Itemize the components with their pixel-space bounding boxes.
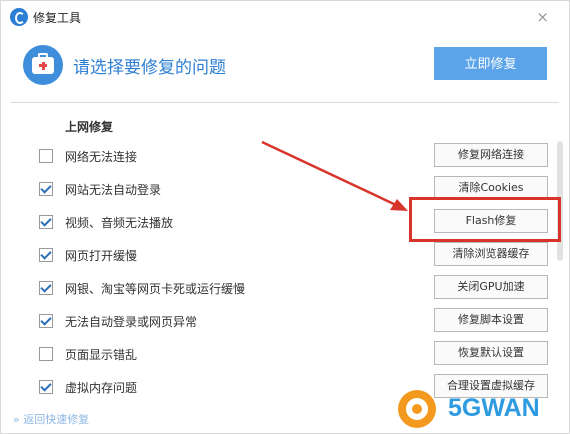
item-checkbox[interactable] — [39, 347, 53, 361]
item-checkbox[interactable] — [39, 149, 53, 163]
list-item: 网银、淘宝等网页卡死或运行缓慢 关闭GPU加速 — [11, 272, 559, 305]
item-label: 网页打开缓慢 — [65, 249, 138, 263]
fix-now-button[interactable]: 立即修复 — [434, 47, 547, 80]
watermark-logo-icon — [398, 390, 436, 428]
item-label: 网络无法连接 — [65, 150, 138, 164]
item-checkbox[interactable] — [39, 281, 53, 295]
item-checkbox[interactable] — [39, 248, 53, 262]
list-item: 页面显示错乱 恢复默认设置 — [11, 338, 559, 371]
repair-list: 上网修复 网络无法连接 修复网络连接 网站无法自动登录 清除Cookies 视频… — [11, 103, 559, 405]
list-item: 网页打开缓慢 清除浏览器缓存 — [11, 239, 559, 272]
item-action-button[interactable]: 修复脚本设置 — [434, 308, 548, 332]
list-item: 网络无法连接 修复网络连接 — [11, 140, 559, 173]
item-checkbox[interactable] — [39, 215, 53, 229]
item-label: 页面显示错乱 — [65, 348, 138, 362]
item-checkbox[interactable] — [39, 182, 53, 196]
item-label: 网站无法自动登录 — [65, 183, 162, 197]
watermark-text: 5GWAN — [448, 394, 540, 422]
page-heading: 请选择要修复的问题 — [73, 58, 226, 78]
item-action-button[interactable]: 关闭GPU加速 — [434, 275, 548, 299]
item-action-button[interactable]: 修复网络连接 — [434, 143, 548, 167]
app-logo-icon — [10, 8, 28, 26]
first-aid-kit-icon — [23, 45, 63, 85]
item-action-button[interactable]: 恢复默认设置 — [434, 341, 548, 365]
window-title: 修复工具 — [33, 11, 82, 25]
item-action-button[interactable]: 清除浏览器缓存 — [434, 242, 548, 266]
flash-highlight-box — [409, 197, 561, 242]
header: 请选择要修复的问题 立即修复 — [1, 33, 569, 103]
close-icon[interactable]: × — [536, 8, 549, 26]
item-label: 无法自动登录或网页异常 — [65, 315, 198, 329]
list-scrollbar[interactable] — [556, 111, 564, 401]
item-label: 视频、音频无法播放 — [65, 216, 174, 230]
item-checkbox[interactable] — [39, 314, 53, 328]
item-label: 虚拟内存问题 — [65, 381, 138, 395]
title-bar: 修复工具 × — [1, 1, 569, 33]
watermark: 5GWAN — [398, 388, 568, 432]
section-title: 上网修复 — [65, 120, 114, 134]
item-checkbox[interactable] — [39, 380, 53, 394]
list-item: 无法自动登录或网页异常 修复脚本设置 — [11, 305, 559, 338]
back-to-quick-repair-link[interactable]: » 返回快速修复 — [13, 411, 89, 427]
item-label: 网银、淘宝等网页卡死或运行缓慢 — [65, 282, 246, 296]
